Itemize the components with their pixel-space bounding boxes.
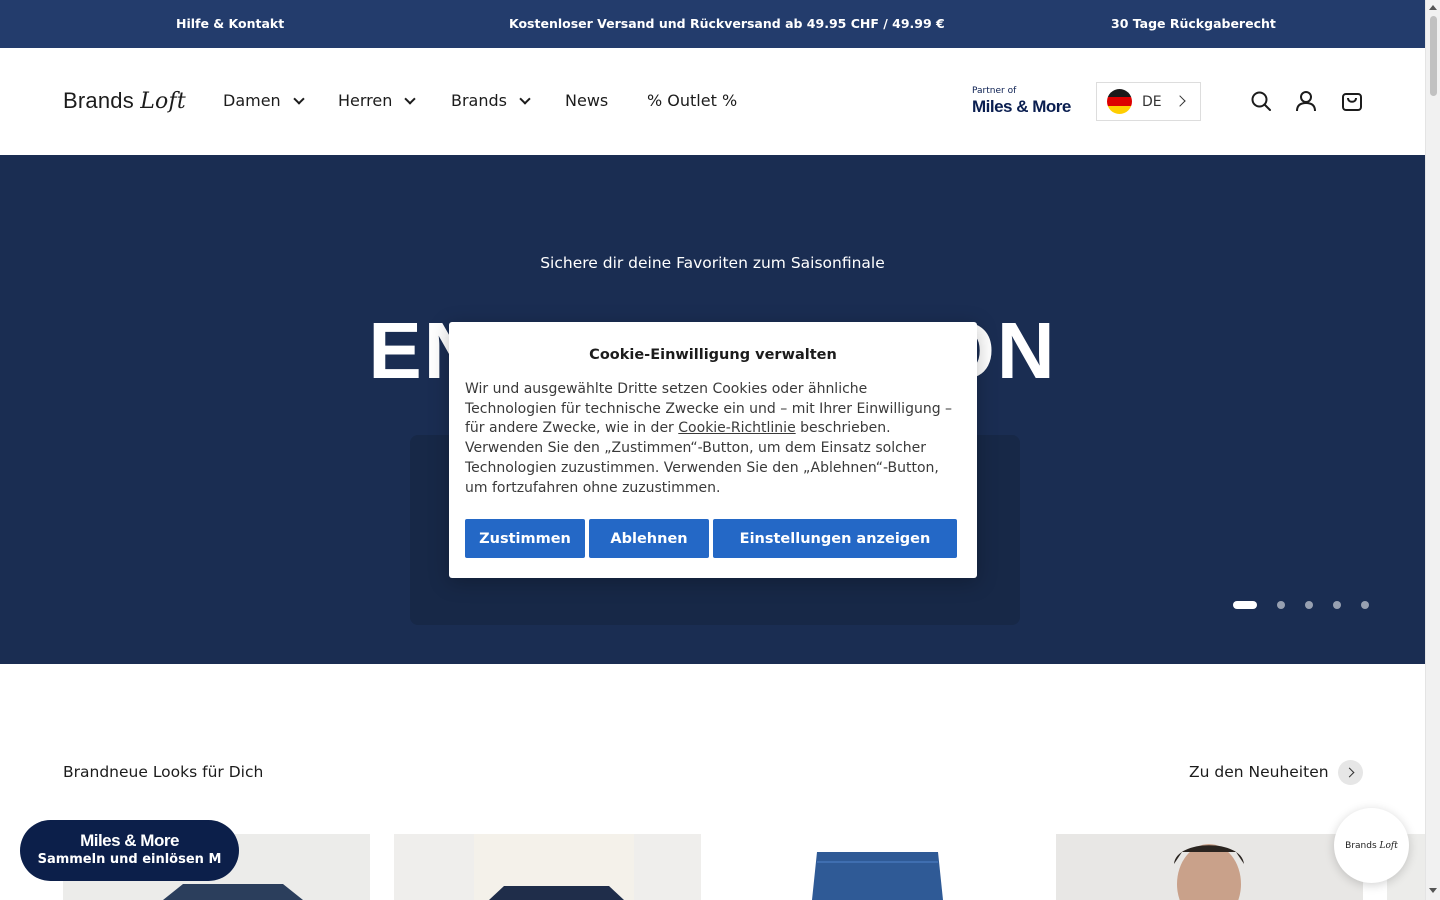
product-card[interactable] (394, 834, 701, 900)
cart-icon[interactable] (1341, 90, 1363, 112)
miles-more-badge[interactable]: Miles & More Sammeln und einlösen M (20, 820, 239, 881)
product-image (1174, 844, 1244, 900)
miles-more-partner-logo[interactable]: Partner of Miles & More (972, 86, 1076, 117)
help-contact-link[interactable]: Hilfe & Kontakt (176, 16, 284, 31)
shipping-info: Kostenloser Versand und Rückversand ab 4… (509, 16, 945, 31)
scroll-down-arrow-icon[interactable] (1429, 888, 1437, 893)
bubble-brands-text: Brands (1345, 840, 1377, 851)
cookie-policy-link[interactable]: Cookie-Richtlinie (678, 420, 795, 436)
partner-brand-text: Miles & More (972, 97, 1071, 116)
chevron-down-icon (404, 92, 417, 105)
language-selector[interactable]: DE (1096, 82, 1201, 121)
returns-info: 30 Tage Rückgaberecht (1111, 16, 1276, 31)
logo-loft-text: Loft (140, 89, 186, 114)
nav-news-label: News (565, 91, 609, 110)
nav-brands[interactable]: Brands (451, 91, 531, 110)
accept-button[interactable]: Zustimmen (465, 519, 585, 558)
chevron-right-icon (1174, 95, 1186, 107)
section-title: Brandneue Looks für Dich (63, 763, 264, 781)
slide-dot-2[interactable] (1277, 601, 1285, 609)
language-code: DE (1142, 93, 1162, 110)
brandsloft-logo[interactable]: Brands Loft (63, 88, 186, 114)
nav-news[interactable]: News (565, 91, 608, 110)
reject-button[interactable]: Ablehnen (589, 519, 709, 558)
hero-subtitle: Sichere dir deine Favoriten zum Saisonfi… (540, 254, 885, 272)
scroll-up-arrow-icon[interactable] (1429, 5, 1437, 10)
slide-dot-3[interactable] (1305, 601, 1313, 609)
site-header: Brands Loft Damen Herren Brands News % O… (0, 48, 1425, 155)
chevron-down-icon (293, 92, 305, 105)
cookie-dialog-title: Cookie-Einwilligung verwalten (589, 347, 837, 363)
miles-badge-subtitle-text: Sammeln und einlösen (37, 852, 204, 867)
nav-herren-label: Herren (338, 91, 393, 110)
product-card[interactable] (725, 834, 1032, 900)
miles-badge-title: Miles & More (80, 831, 179, 850)
settings-button[interactable]: Einstellungen anzeigen (713, 519, 957, 558)
new-arrivals-link[interactable]: Zu den Neuheiten (1189, 763, 1329, 781)
nav-outlet[interactable]: % Outlet % (647, 91, 737, 110)
nav-damen-label: Damen (223, 91, 281, 110)
logo-brands-text: Brands (63, 88, 134, 113)
slide-dot-4[interactable] (1333, 601, 1341, 609)
cookie-dialog-text: Wir und ausgewählte Dritte setzen Cookie… (465, 380, 959, 498)
scrollbar-thumb[interactable] (1430, 16, 1437, 96)
search-icon[interactable] (1250, 90, 1272, 112)
miles-badge-subtitle: Sammeln und einlösen M (20, 852, 239, 867)
announcement-bar: Hilfe & Kontakt Kostenloser Versand und … (0, 0, 1425, 48)
miles-m-icon: M (208, 852, 222, 867)
product-image (812, 852, 943, 900)
nav-damen[interactable]: Damen (223, 91, 305, 110)
chevron-right-icon[interactable] (1338, 760, 1363, 785)
germany-flag-icon (1107, 89, 1132, 114)
partner-of-text: Partner of (972, 86, 1017, 96)
slide-dot-1[interactable] (1233, 601, 1257, 609)
nav-brands-label: Brands (451, 91, 507, 110)
account-icon[interactable] (1295, 90, 1317, 112)
nav-outlet-label: % Outlet % (647, 91, 738, 110)
slide-dot-5[interactable] (1361, 601, 1369, 609)
chevron-down-icon (519, 92, 531, 105)
page-scrollbar[interactable] (1425, 0, 1440, 900)
brandsloft-chat-bubble[interactable]: Brands Loft (1334, 808, 1409, 883)
cookie-consent-dialog: Cookie-Einwilligung verwalten Wir und au… (449, 322, 977, 578)
nav-herren[interactable]: Herren (338, 91, 417, 110)
product-card[interactable] (1056, 834, 1363, 900)
product-image (474, 834, 634, 900)
bubble-loft-text: Loft (1379, 840, 1398, 851)
